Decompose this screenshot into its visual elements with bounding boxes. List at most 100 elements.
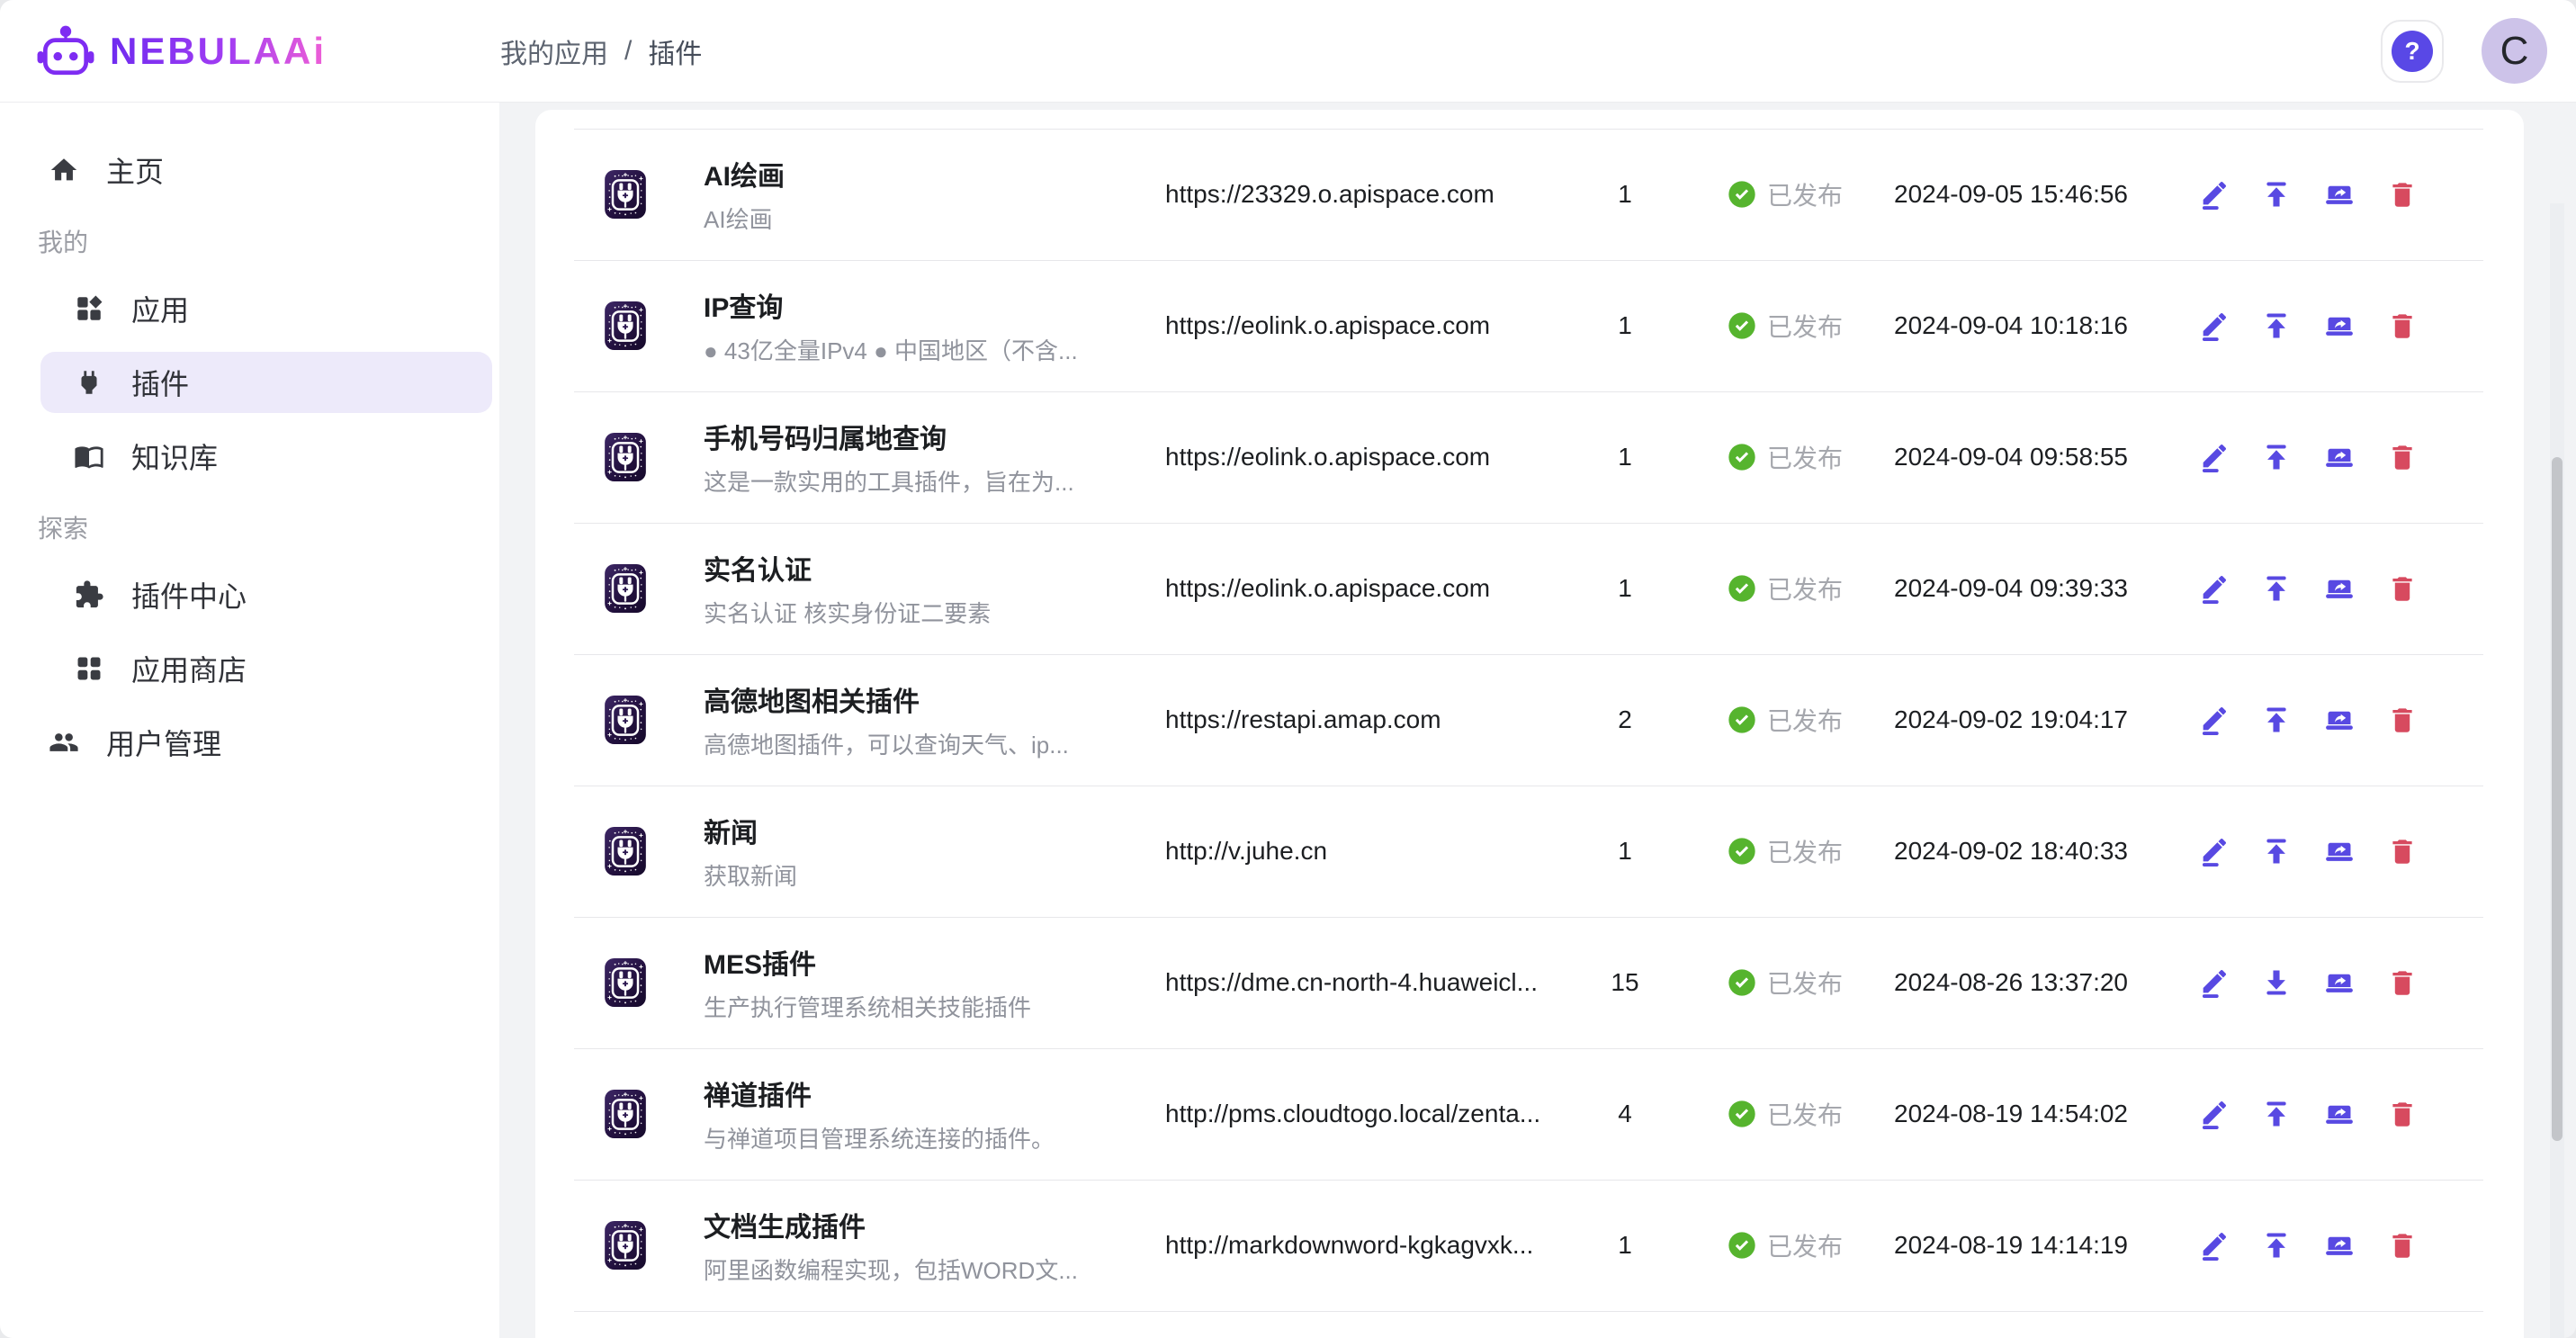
upload-button[interactable] (2258, 176, 2294, 212)
plugin-url: https://eolink.o.apispace.com (1165, 443, 1579, 471)
trash-icon (2387, 179, 2418, 210)
sidebar-item-knowledge-base[interactable]: 知识库 (40, 426, 492, 487)
user-avatar[interactable]: C (2482, 18, 2547, 84)
row-actions (2195, 1227, 2420, 1263)
check-circle-icon (1728, 311, 1756, 340)
publish-share-button[interactable] (2321, 1227, 2357, 1263)
upload-button[interactable] (2258, 570, 2294, 606)
plugin-url: https://23329.o.apispace.com (1165, 180, 1579, 209)
store-icon (74, 653, 104, 684)
check-circle-icon (1728, 443, 1756, 471)
edit-button[interactable] (2195, 965, 2231, 1001)
updated-time: 2024-09-02 18:40:33 (1894, 837, 2164, 866)
edit-button[interactable] (2195, 176, 2231, 212)
edit-button[interactable] (2195, 1096, 2231, 1132)
upload-button[interactable] (2258, 308, 2294, 344)
sidebar-item-user-management[interactable]: 用户管理 (40, 712, 492, 773)
plugin-description: 阿里函数编程实现，包括WORD文... (704, 1253, 1144, 1286)
upload-button[interactable] (2258, 1227, 2294, 1263)
updated-time: 2024-08-26 13:37:20 (1894, 968, 2164, 997)
check-circle-icon (1728, 1231, 1756, 1260)
plugin-icon (605, 696, 646, 744)
edit-button[interactable] (2195, 308, 2231, 344)
delete-button[interactable] (2384, 833, 2420, 869)
breadcrumb-parent[interactable]: 我的应用 (500, 31, 608, 71)
publish-share-button[interactable] (2321, 308, 2357, 344)
publish-share-button[interactable] (2321, 176, 2357, 212)
upload-button[interactable] (2258, 833, 2294, 869)
status-badge: 已发布 (1728, 702, 1843, 738)
publish-share-button[interactable] (2321, 439, 2357, 475)
delete-button[interactable] (2384, 176, 2420, 212)
sidebar-item-app-store[interactable]: 应用商店 (40, 638, 492, 699)
delete-button[interactable] (2384, 439, 2420, 475)
breadcrumb-current: 插件 (648, 31, 702, 71)
plugin-name: IP查询 (704, 285, 1144, 325)
edit-button[interactable] (2195, 833, 2231, 869)
publish-share-button[interactable] (2321, 833, 2357, 869)
help-button[interactable]: ? (2381, 20, 2444, 83)
sidebar-item-label: 用户管理 (106, 722, 221, 763)
plugin-name: 手机号码归属地查询 (704, 417, 1144, 456)
status-label: 已发布 (1767, 1096, 1843, 1132)
updated-time: 2024-09-04 09:58:55 (1894, 443, 2164, 471)
plugin-description: 获取新闻 (704, 858, 1144, 892)
updated-time: 2024-08-19 14:54:02 (1894, 1100, 2164, 1128)
delete-button[interactable] (2384, 570, 2420, 606)
pencil-icon (2198, 573, 2229, 604)
delete-button[interactable] (2384, 965, 2420, 1001)
delete-button[interactable] (2384, 1096, 2420, 1132)
plugin-api-count: 2 (1571, 705, 1679, 734)
plugin-name: AI绘画 (704, 154, 1144, 193)
delete-button[interactable] (2384, 308, 2420, 344)
upload-button[interactable] (2258, 1096, 2294, 1132)
check-circle-icon (1728, 705, 1756, 734)
status-badge: 已发布 (1728, 176, 1843, 212)
delete-button[interactable] (2384, 702, 2420, 738)
plugin-icon (605, 1221, 646, 1270)
updated-time: 2024-09-02 19:04:17 (1894, 705, 2164, 734)
plugin-name-cell: IP查询 ● 43亿全量IPv4 ● 中国地区（不含... (704, 285, 1144, 366)
check-circle-icon (1728, 1100, 1756, 1128)
edit-button[interactable] (2195, 570, 2231, 606)
check-circle-icon (1728, 574, 1756, 603)
pencil-icon (2198, 442, 2229, 472)
trash-icon (2387, 967, 2418, 998)
plugin-name: 文档生成插件 (704, 1205, 1144, 1244)
scrollbar-thumb[interactable] (2552, 457, 2563, 1141)
plugin-name-cell: 禅道插件 与禅道项目管理系统连接的插件。 (704, 1073, 1144, 1154)
row-actions (2195, 965, 2420, 1001)
plugin-table: AI绘画 AI绘画 https://23329.o.apispace.com 1… (535, 110, 2524, 1311)
transfer-icon (2261, 442, 2292, 472)
publish-share-button[interactable] (2321, 570, 2357, 606)
edit-button[interactable] (2195, 439, 2231, 475)
download-button[interactable] (2258, 965, 2294, 1001)
share-icon (2324, 573, 2355, 604)
sidebar-item-plugin-center[interactable]: 插件中心 (40, 564, 492, 625)
edit-button[interactable] (2195, 1227, 2231, 1263)
publish-share-button[interactable] (2321, 702, 2357, 738)
sidebar-item-plugins[interactable]: 插件 (40, 352, 492, 413)
plugin-api-count: 4 (1571, 1100, 1679, 1128)
sidebar-item-home[interactable]: 主页 (40, 139, 492, 201)
upload-button[interactable] (2258, 702, 2294, 738)
brand-logo[interactable]: NEBULAAi (36, 0, 327, 102)
row-actions (2195, 308, 2420, 344)
edit-button[interactable] (2195, 702, 2231, 738)
transfer-icon (2261, 705, 2292, 735)
plugin-name-cell: AI绘画 AI绘画 (704, 154, 1144, 235)
plugin-icon (605, 564, 646, 613)
plugin-url: https://dme.cn-north-4.huaweicl... (1165, 968, 1579, 997)
plugin-icon (605, 170, 646, 219)
publish-share-button[interactable] (2321, 965, 2357, 1001)
status-badge: 已发布 (1728, 308, 1843, 344)
plugin-api-count: 1 (1571, 443, 1679, 471)
publish-share-button[interactable] (2321, 1096, 2357, 1132)
table-row: IP查询 ● 43亿全量IPv4 ● 中国地区（不含... https://eo… (535, 260, 2524, 391)
upload-button[interactable] (2258, 439, 2294, 475)
plugin-api-count: 15 (1571, 968, 1679, 997)
pencil-icon (2198, 1230, 2229, 1261)
plugin-icon (605, 1090, 646, 1138)
delete-button[interactable] (2384, 1227, 2420, 1263)
sidebar-item-apps[interactable]: 应用 (40, 278, 492, 339)
